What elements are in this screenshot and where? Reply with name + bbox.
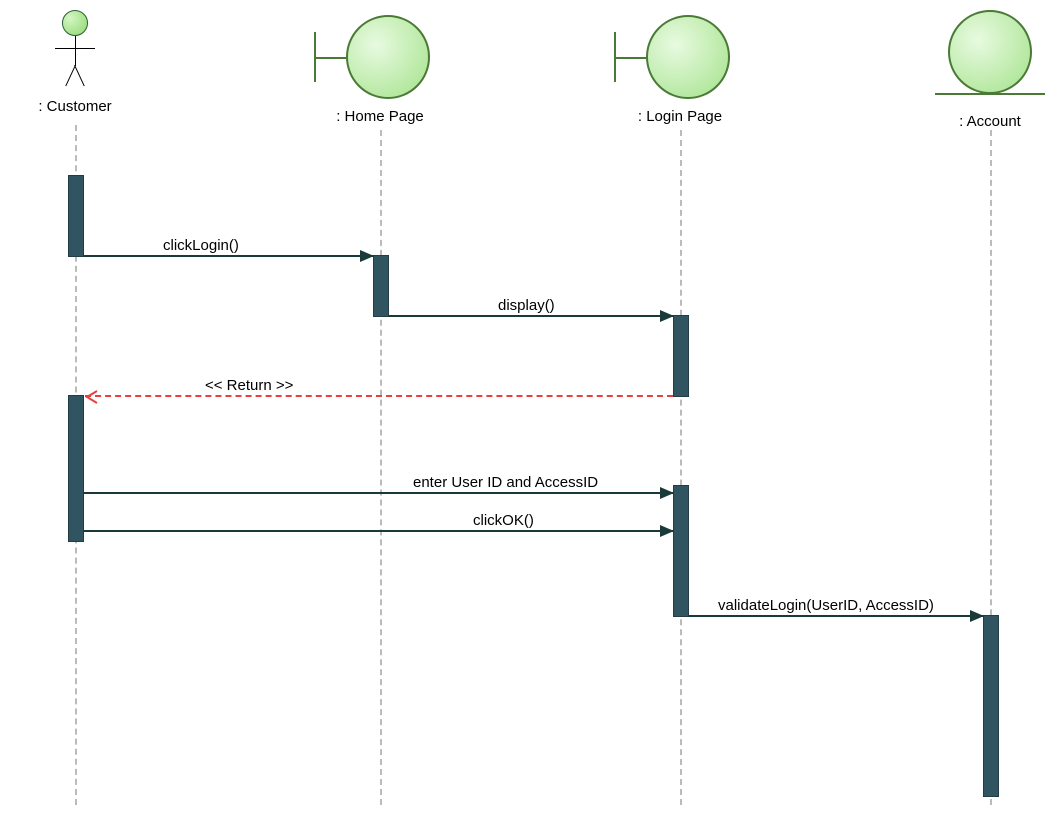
arrow-right-icon <box>660 487 674 499</box>
message-display: display() <box>388 315 673 317</box>
message-return: << Return >> <box>85 395 673 397</box>
lifeline-label-account: : Account <box>930 113 1050 130</box>
arrow-right-icon <box>970 610 984 622</box>
message-click-ok: clickOK() <box>83 530 673 532</box>
lifeline-account: : Account <box>930 10 1050 130</box>
lifeline-dash-home-page <box>380 130 382 805</box>
activation-login-page-1 <box>673 315 689 397</box>
arrow-right-icon <box>660 525 674 537</box>
lifeline-home-page: : Home Page <box>320 10 440 125</box>
lifeline-label-home-page: : Home Page <box>320 108 440 125</box>
message-label: enter User ID and AccessID <box>413 474 598 491</box>
lifeline-dash-login-page <box>680 130 682 805</box>
actor-icon <box>50 10 100 90</box>
activation-account-1 <box>983 615 999 797</box>
arrow-right-icon <box>360 250 374 262</box>
activation-login-page-2 <box>673 485 689 617</box>
message-label: clickLogin() <box>163 237 239 254</box>
boundary-icon <box>630 10 730 100</box>
lifeline-label-customer: : Customer <box>30 98 120 115</box>
activation-customer-2 <box>68 395 84 542</box>
arrow-left-open-icon <box>83 389 101 405</box>
message-label: validateLogin(UserID, AccessID) <box>718 597 934 614</box>
message-label: clickOK() <box>473 512 534 529</box>
lifeline-label-login-page: : Login Page <box>620 108 740 125</box>
message-validate-login: validateLogin(UserID, AccessID) <box>688 615 983 617</box>
message-label: display() <box>498 297 555 314</box>
lifeline-login-page: : Login Page <box>620 10 740 125</box>
lifeline-customer: : Customer <box>30 10 120 115</box>
activation-customer-1 <box>68 175 84 257</box>
message-label: << Return >> <box>205 377 293 394</box>
sequence-diagram: : Customer : Home Page : Login Page : Ac… <box>0 0 1064 830</box>
entity-icon <box>940 10 1040 105</box>
message-click-login: clickLogin() <box>83 255 373 257</box>
activation-home-page-1 <box>373 255 389 317</box>
boundary-icon <box>330 10 430 100</box>
arrow-right-icon <box>660 310 674 322</box>
message-enter-userid: enter User ID and AccessID <box>83 492 673 494</box>
